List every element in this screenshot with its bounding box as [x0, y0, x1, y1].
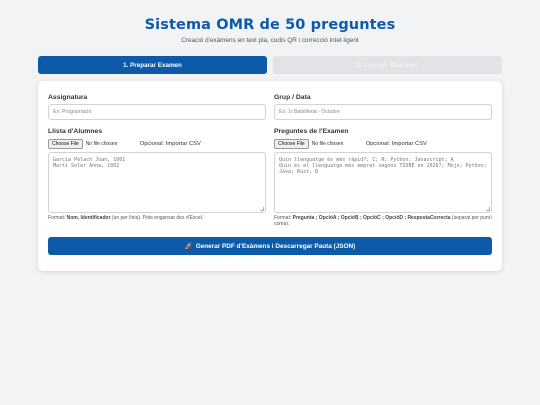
exam-form-card: Assignatura Ex: Programació Llista d'Alu… — [38, 81, 502, 271]
help-bold: Nom, Identificador — [66, 215, 111, 221]
group-label: Grup / Data — [274, 94, 311, 101]
students-line: Martí Soler Anna, 1002 — [53, 163, 120, 170]
generate-button-label: Generar PDF d'Exàmens i Descarregar Paut… — [195, 242, 356, 250]
questions-format-help: Format: Pregunta ; OpcióA ; OpcióB ; Opc… — [274, 215, 494, 228]
questions-import-csv-label: Opcional: Importar CSV — [365, 140, 427, 147]
help-bold: Pregunta ; OpcióA ; OpcióB ; OpcióC ; Op… — [292, 215, 451, 221]
questions-file-status: No file chosen — [311, 140, 344, 147]
page-subtitle: Creació d'exàmens en text pla, codis QR … — [181, 37, 359, 44]
group-placeholder: Ex: 1r Batxillerat - Octubre — [279, 109, 340, 115]
resize-handle-icon[interactable] — [486, 207, 490, 211]
students-file-status: No file chosen — [85, 140, 118, 147]
tab-bar: 1. Preparar Examen 2. Corregir (Escàner) — [38, 56, 502, 74]
students-textarea[interactable]: Garcia Pelach Joan, 1001 Martí Soler Ann… — [48, 152, 266, 213]
tab-prepare-exam[interactable]: 1. Preparar Examen — [38, 56, 267, 74]
rocket-icon: 🚀 — [184, 243, 193, 250]
help-prefix: Format: — [274, 215, 293, 221]
subject-label: Assignatura — [48, 94, 88, 101]
page-title: Sistema OMR de 50 preguntes — [144, 17, 396, 33]
students-format-help: Format: Nom, Identificador (un per línia… — [48, 215, 268, 221]
group-date-input[interactable]: Ex: 1r Batxillerat - Octubre — [274, 104, 492, 120]
subject-input[interactable]: Ex: Programació — [48, 104, 266, 120]
students-choose-file-button[interactable]: Choose File — [48, 138, 83, 149]
questions-choose-file-button[interactable]: Choose File — [274, 138, 309, 149]
questions-line: Quin és el llenguatge més emprat segons … — [279, 163, 490, 176]
resize-handle-icon[interactable] — [260, 207, 264, 211]
help-prefix: Format: — [48, 215, 67, 221]
questions-label: Preguntes de l'Examen — [274, 128, 349, 135]
help-suffix: (un per línia). Pots enganxar des d'Exce… — [110, 215, 204, 221]
students-import-csv-label: Opcional: Importar CSV — [139, 140, 201, 147]
questions-textarea[interactable]: Quin llenguatge és més ràpid?; C; R; Pyt… — [274, 152, 492, 213]
generate-pdf-button[interactable]: 🚀 Generar PDF d'Exàmens i Descarregar Pa… — [48, 237, 492, 255]
page-header: Sistema OMR de 50 preguntes Creació d'ex… — [0, 0, 540, 44]
questions-file-row: Choose File No file chosen Opcional: Imp… — [274, 138, 427, 149]
tab-correct-scanner[interactable]: 2. Corregir (Escàner) — [273, 56, 502, 74]
subject-placeholder: Ex: Programació — [53, 109, 92, 115]
students-file-row: Choose File No file chosen Opcional: Imp… — [48, 138, 201, 149]
students-label: Llista d'Alumnes — [48, 128, 103, 135]
